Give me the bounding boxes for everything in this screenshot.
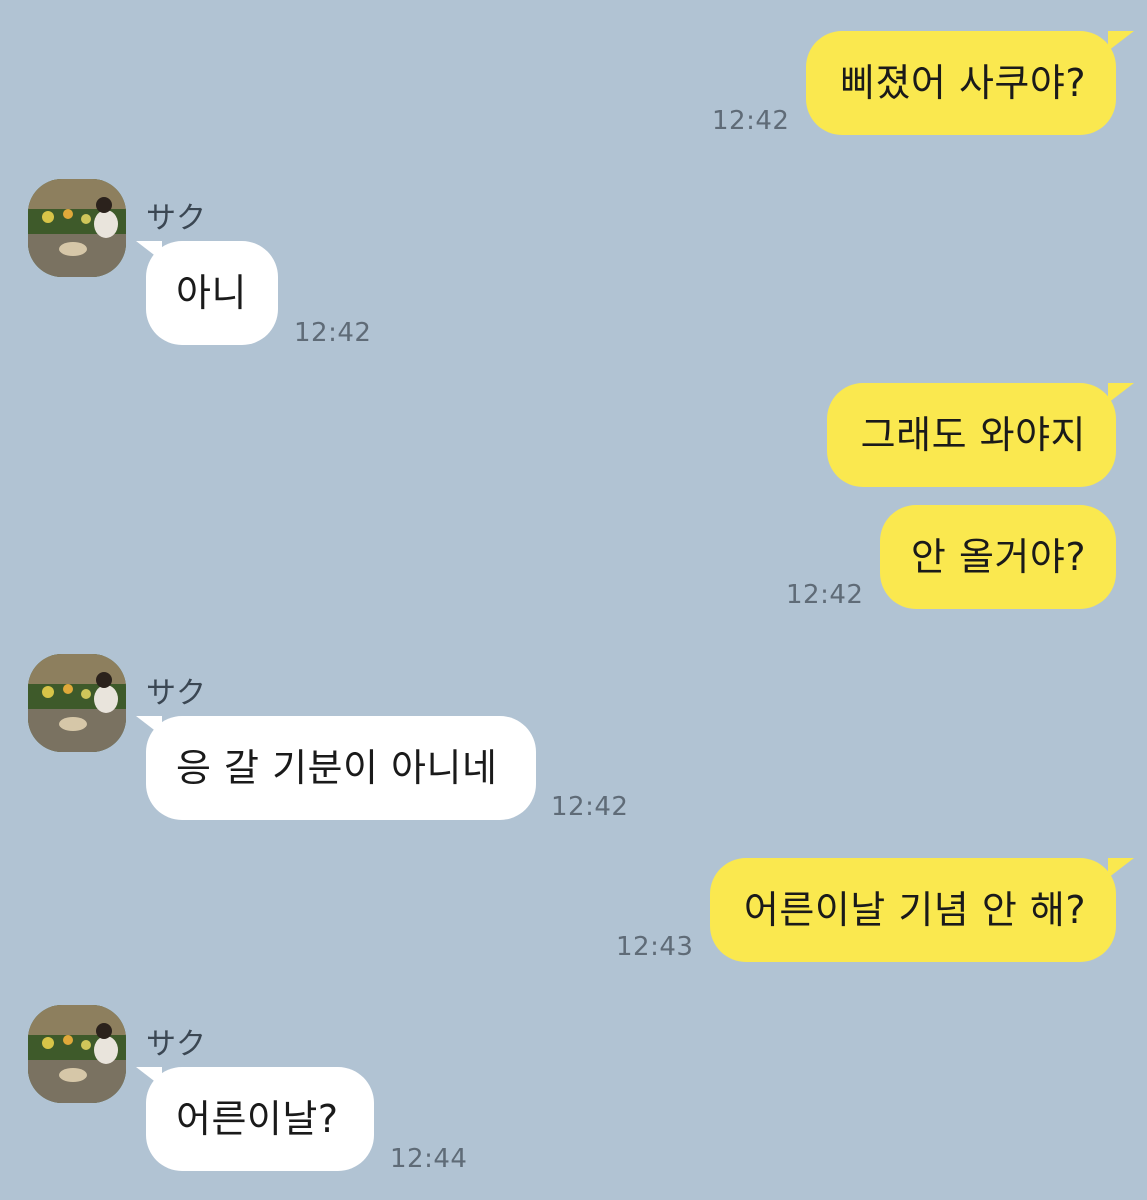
- sender-name: サク: [146, 676, 206, 711]
- my-message-bubble[interactable]: 어른이날 기념 안 해?: [710, 858, 1116, 962]
- message-time: 12:44: [390, 1144, 468, 1174]
- my-message-bubble[interactable]: 그래도 와야지: [827, 383, 1116, 487]
- profile-photo-icon: [28, 1005, 126, 1103]
- their-message-bubble[interactable]: 어른이날?: [146, 1067, 374, 1171]
- bubble-tail: [136, 1067, 162, 1087]
- bubble-tail: [136, 716, 162, 736]
- their-message-bubble[interactable]: 응 갈 기분이 아니네: [146, 716, 536, 820]
- message-time: 12:42: [712, 106, 790, 136]
- avatar[interactable]: [28, 654, 126, 752]
- sender-name: サク: [146, 1027, 206, 1062]
- message-time: 12:42: [551, 792, 629, 822]
- message-time: 12:43: [616, 932, 694, 962]
- message-time: 12:42: [294, 318, 372, 348]
- message-time: 12:42: [786, 580, 864, 610]
- my-message-bubble[interactable]: 삐졌어 사쿠야?: [806, 31, 1116, 135]
- bubble-tail: [136, 241, 162, 261]
- bubble-tail: [1108, 858, 1134, 878]
- sender-name: サク: [146, 201, 206, 236]
- profile-photo-icon: [28, 179, 126, 277]
- avatar[interactable]: [28, 1005, 126, 1103]
- my-message-bubble[interactable]: 안 올거야?: [880, 505, 1116, 609]
- avatar[interactable]: [28, 179, 126, 277]
- bubble-tail: [1108, 383, 1134, 403]
- profile-photo-icon: [28, 654, 126, 752]
- bubble-tail: [1108, 31, 1134, 51]
- their-message-bubble[interactable]: 아니: [146, 241, 278, 345]
